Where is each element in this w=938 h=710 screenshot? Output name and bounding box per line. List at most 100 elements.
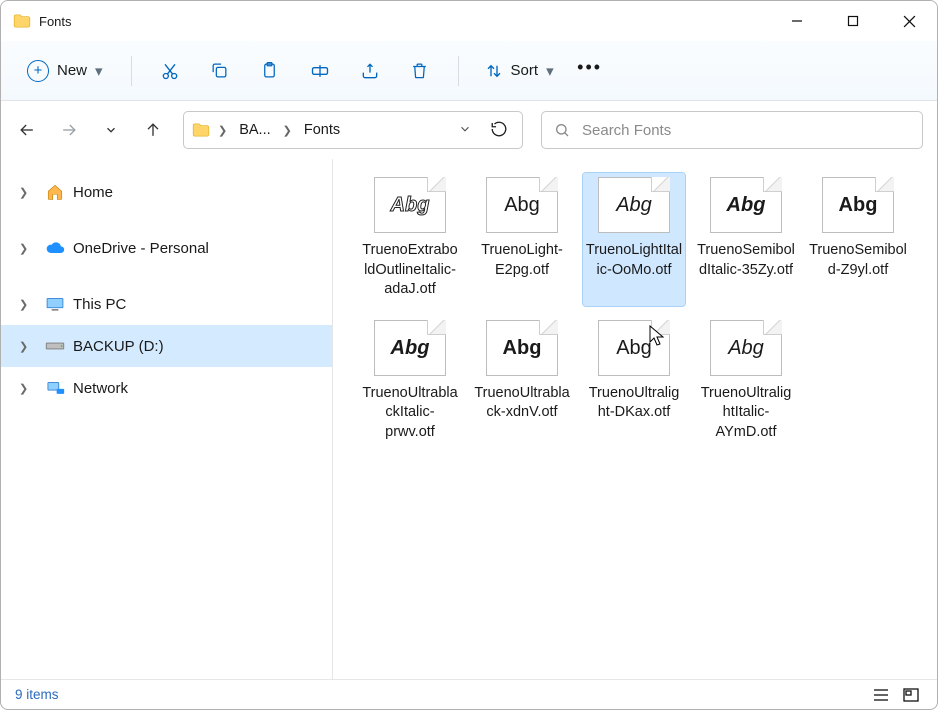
status-bar: 9 items — [1, 679, 937, 709]
more-button[interactable]: ••• — [570, 51, 610, 91]
delete-button[interactable] — [398, 51, 442, 91]
sort-label: Sort — [511, 62, 539, 79]
chevron-right-icon: ❯ — [19, 298, 31, 311]
navigation-row: ❯ BA... ❯ Fonts — [1, 101, 937, 159]
abg-preview: Abg — [503, 338, 542, 358]
minimize-button[interactable] — [769, 1, 825, 41]
sidebar-item-home[interactable]: ❯Home — [1, 171, 332, 213]
search-input[interactable] — [582, 122, 910, 139]
chevron-right-icon: ❯ — [19, 382, 31, 395]
file-name: TruenoUltrablack-xdnV.otf — [473, 384, 571, 423]
sort-button[interactable]: Sort ▾ — [475, 56, 564, 86]
font-thumbnail: Abg — [486, 320, 558, 376]
font-thumbnail: Abg — [374, 177, 446, 233]
toolbar: + New ▾ Sort ▾ ••• — [1, 41, 937, 101]
chevron-right-icon: ❯ — [19, 242, 31, 255]
sidebar-item-cloud[interactable]: ❯ OneDrive - Personal — [1, 227, 332, 269]
forward-button[interactable] — [57, 118, 81, 142]
font-thumbnail: Abg — [710, 320, 782, 376]
chevron-down-icon: ▾ — [95, 62, 103, 80]
chevron-down-icon[interactable] — [452, 122, 478, 139]
abg-preview: Abg — [504, 195, 540, 215]
file-name: TruenoSemibold-Z9yl.otf — [809, 241, 907, 280]
address-bar[interactable]: ❯ BA... ❯ Fonts — [183, 111, 523, 149]
file-item[interactable]: Abg TruenoLightItalic-OoMo.otf — [583, 173, 685, 306]
file-name: TruenoUltrablackItalic-prwv.otf — [361, 384, 459, 443]
window-title: Fonts — [39, 14, 72, 29]
abg-preview: Abg — [728, 338, 764, 358]
sidebar-item-label: This PC — [73, 296, 126, 313]
search-icon — [554, 122, 570, 138]
cut-button[interactable] — [148, 51, 192, 91]
file-item[interactable]: AbgTruenoExtraboldOutlineItalic-adaJ.otf — [359, 173, 461, 306]
sidebar-item-label: BACKUP (D:) — [73, 338, 164, 355]
icons-view-button[interactable] — [899, 684, 923, 706]
abg-preview: Abg — [391, 195, 430, 215]
file-name: TruenoLightItalic-OoMo.otf — [585, 241, 683, 280]
explorer-window: Fonts + New ▾ Sort ▾ ••• — [0, 0, 938, 710]
status-text: 9 items — [15, 687, 59, 702]
home-icon — [45, 183, 65, 201]
pc-icon — [45, 295, 65, 313]
refresh-button[interactable] — [484, 120, 514, 141]
new-button-label: New — [57, 62, 87, 79]
file-item[interactable]: Abg TruenoUltralight-DKax.otf — [583, 316, 685, 449]
file-name: TruenoUltralight-DKax.otf — [585, 384, 683, 423]
abg-preview: Abg — [391, 338, 430, 358]
sidebar-item-label: OneDrive - Personal — [73, 240, 209, 257]
paste-button[interactable] — [248, 51, 292, 91]
abg-preview: Abg — [727, 195, 766, 215]
breadcrumb-root[interactable]: BA... — [235, 120, 274, 140]
body: ❯Home❯OneDrive - Personal❯This PC❯BACKUP… — [1, 159, 937, 679]
sidebar-item-drive[interactable]: ❯ BACKUP (D:) — [1, 325, 332, 367]
abg-preview: Abg — [839, 195, 878, 215]
plus-icon: + — [27, 60, 49, 82]
file-grid: AbgTruenoExtraboldOutlineItalic-adaJ.otf… — [359, 173, 919, 448]
abg-preview: Abg — [616, 195, 652, 215]
file-item[interactable]: Abg TruenoSemibold-Z9yl.otf — [807, 173, 909, 306]
sort-icon — [485, 62, 503, 80]
network-icon — [45, 379, 65, 397]
sidebar-item-label: Network — [73, 380, 128, 397]
recent-button[interactable] — [99, 118, 123, 142]
folder-icon — [13, 14, 31, 28]
file-item[interactable]: AbgTruenoSemiboldItalic-35Zy.otf — [695, 173, 797, 306]
up-button[interactable] — [141, 118, 165, 142]
font-thumbnail: Abg — [822, 177, 894, 233]
content-pane[interactable]: AbgTruenoExtraboldOutlineItalic-adaJ.otf… — [333, 159, 937, 679]
font-thumbnail: Abg — [598, 177, 670, 233]
separator — [458, 56, 459, 86]
chevron-down-icon: ▾ — [546, 62, 554, 80]
breadcrumb-leaf[interactable]: Fonts — [300, 120, 344, 140]
file-name: TruenoUltralightItalic-AYmD.otf — [697, 384, 795, 443]
rename-button[interactable] — [298, 51, 342, 91]
chevron-right-icon: ❯ — [19, 340, 31, 353]
sidebar-item-label: Home — [73, 184, 113, 201]
chevron-right-icon: ❯ — [281, 124, 294, 137]
file-name: TruenoLight-E2pg.otf — [473, 241, 571, 280]
copy-button[interactable] — [198, 51, 242, 91]
chevron-right-icon: ❯ — [216, 124, 229, 137]
sidebar-item-pc[interactable]: ❯ This PC — [1, 283, 332, 325]
folder-icon — [192, 123, 210, 137]
sidebar: ❯Home❯OneDrive - Personal❯This PC❯BACKUP… — [1, 159, 333, 679]
font-thumbnail: Abg — [710, 177, 782, 233]
new-button[interactable]: + New ▾ — [15, 54, 115, 88]
search-box[interactable] — [541, 111, 923, 149]
back-button[interactable] — [15, 118, 39, 142]
font-thumbnail: Abg — [374, 320, 446, 376]
share-button[interactable] — [348, 51, 392, 91]
file-item[interactable]: Abg TruenoUltrablackItalic-prwv.otf — [359, 316, 461, 449]
sidebar-item-network[interactable]: ❯ Network — [1, 367, 332, 409]
file-item[interactable]: Abg TruenoLight-E2pg.otf — [471, 173, 573, 306]
font-thumbnail: Abg — [486, 177, 558, 233]
cloud-icon — [45, 239, 65, 257]
maximize-button[interactable] — [825, 1, 881, 41]
separator — [131, 56, 132, 86]
window-controls — [769, 1, 937, 41]
close-button[interactable] — [881, 1, 937, 41]
file-item[interactable]: Abg TruenoUltralightItalic-AYmD.otf — [695, 316, 797, 449]
abg-preview: Abg — [616, 338, 652, 358]
file-item[interactable]: Abg TruenoUltrablack-xdnV.otf — [471, 316, 573, 449]
details-view-button[interactable] — [869, 684, 893, 706]
